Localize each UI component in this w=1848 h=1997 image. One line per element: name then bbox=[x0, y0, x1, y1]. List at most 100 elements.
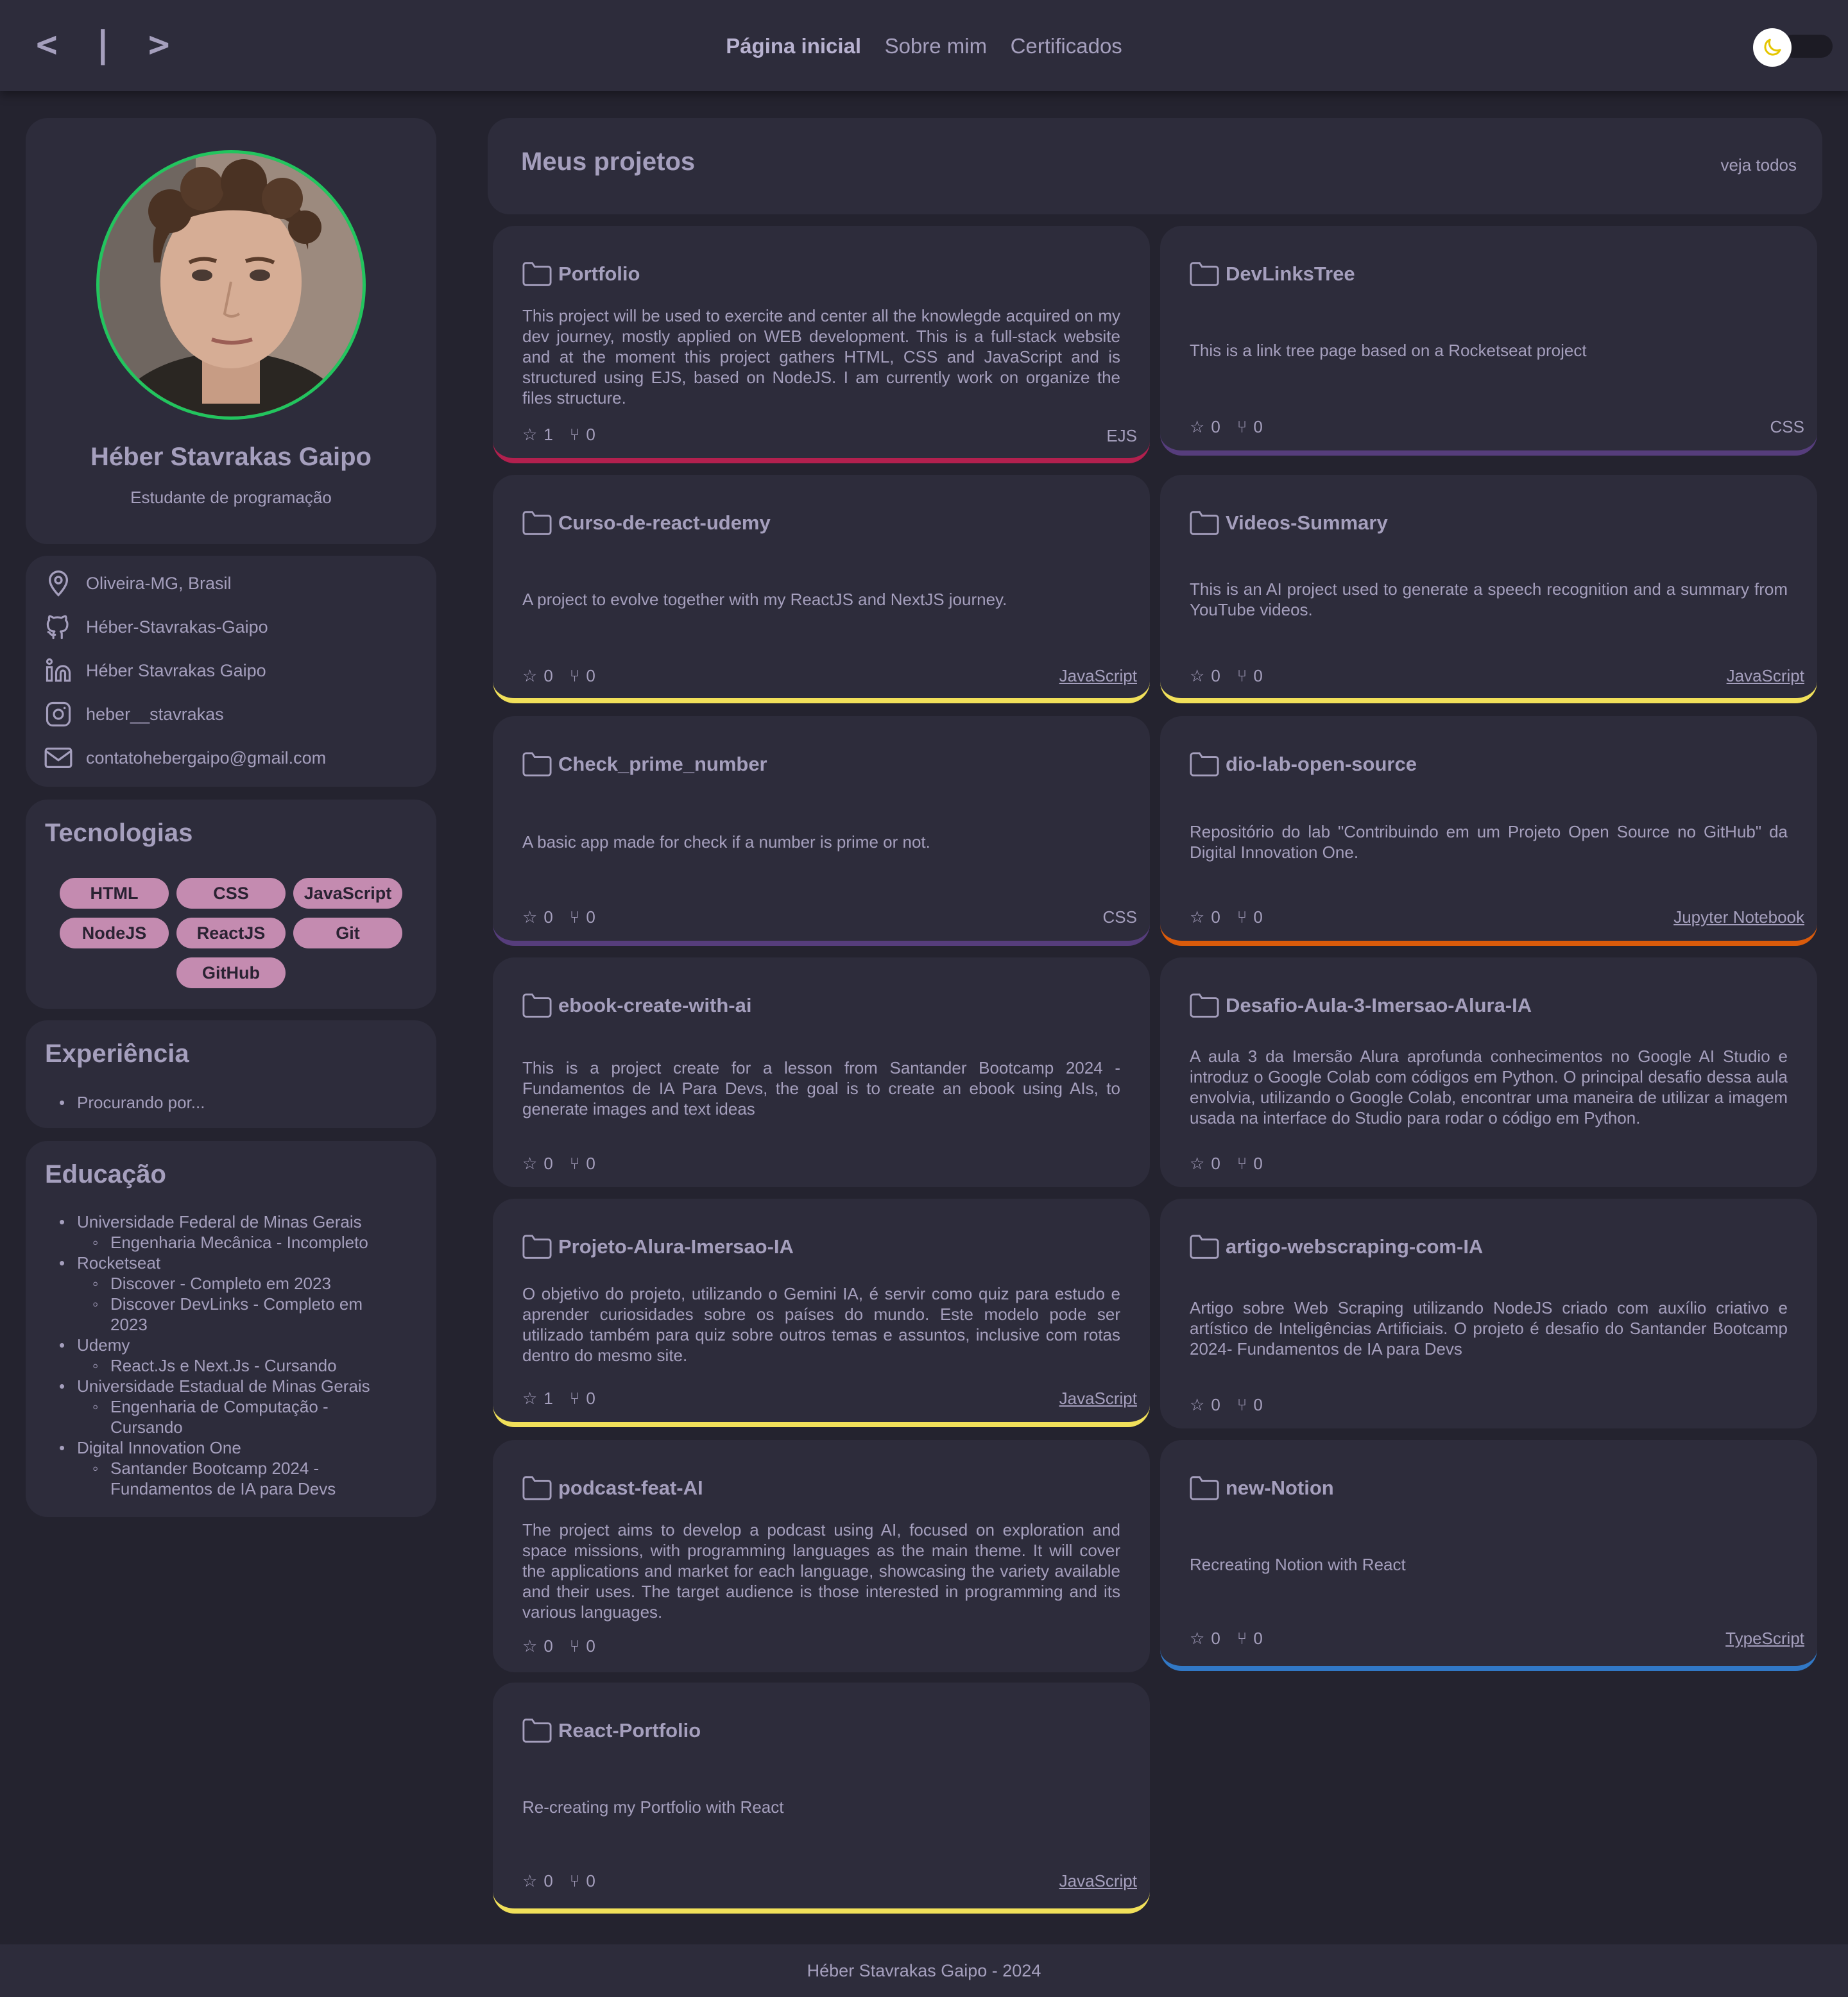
folder-icon bbox=[1190, 262, 1219, 286]
fork-icon: ⑂ bbox=[1236, 417, 1247, 436]
fork-icon: ⑂ bbox=[1236, 907, 1247, 927]
project-card[interactable]: React-Portfolio Re-creating my Portfolio… bbox=[493, 1683, 1150, 1914]
nav-about[interactable]: Sobre mim bbox=[885, 30, 988, 63]
contact-linkedin[interactable]: Héber Stavrakas Gaipo bbox=[42, 655, 266, 687]
github-icon bbox=[42, 611, 74, 643]
project-name[interactable]: DevLinksTree bbox=[1226, 262, 1355, 286]
profile-card: Héber Stavrakas Gaipo Estudante de progr… bbox=[26, 118, 436, 544]
project-language[interactable]: JavaScript bbox=[1727, 666, 1804, 686]
project-description: A aula 3 da Imersão Alura aprofunda conh… bbox=[1190, 1047, 1788, 1127]
project-card[interactable]: DevLinksTree This is a link tree page ba… bbox=[1160, 226, 1817, 456]
fork-count: 0 bbox=[1253, 1629, 1263, 1648]
education-institution: Universidade Federal de Minas Gerais bbox=[59, 1212, 370, 1232]
project-stats: ☆ 0 ⑂ 0 bbox=[1190, 666, 1269, 686]
project-description: A basic app made for check if a number i… bbox=[522, 832, 930, 852]
projects-header: Meus projetos veja todos bbox=[488, 118, 1822, 214]
folder-icon bbox=[1190, 752, 1219, 776]
avatar bbox=[96, 150, 366, 420]
folder-icon bbox=[1190, 993, 1219, 1018]
project-stats: ☆ 0 ⑂ 0 bbox=[1190, 1154, 1269, 1174]
project-description: This project will be used to exercite an… bbox=[522, 306, 1120, 407]
projects-title: Meus projetos bbox=[521, 148, 696, 176]
tech-tag: HTML bbox=[60, 878, 169, 909]
star-count: 0 bbox=[543, 1154, 553, 1173]
see-all-link[interactable]: veja todos bbox=[1720, 155, 1797, 175]
education-card: Educação Universidade Federal de Minas G… bbox=[26, 1141, 436, 1517]
project-card[interactable]: podcast-feat-AI The project aims to deve… bbox=[493, 1440, 1150, 1672]
footer: Héber Stavrakas Gaipo - 2024 bbox=[0, 1944, 1848, 1997]
contact-instagram[interactable]: heber__stavrakas bbox=[42, 698, 224, 730]
contact-github-text[interactable]: Héber-Stavrakas-Gaipo bbox=[86, 617, 268, 637]
contact-github[interactable]: Héber-Stavrakas-Gaipo bbox=[42, 611, 268, 643]
project-name[interactable]: React-Portfolio bbox=[558, 1719, 701, 1742]
project-stats: ☆ 0 ⑂ 0 bbox=[522, 1636, 602, 1656]
project-card[interactable]: dio-lab-open-source Repositório do lab "… bbox=[1160, 716, 1817, 946]
star-icon: ☆ bbox=[522, 1154, 538, 1173]
theme-toggle[interactable] bbox=[1753, 28, 1833, 67]
folder-icon bbox=[522, 262, 552, 286]
folder-icon bbox=[522, 1718, 552, 1743]
main-nav: Página inicial Sobre mim Certificados bbox=[0, 30, 1848, 63]
star-icon: ☆ bbox=[522, 1636, 538, 1656]
project-language[interactable]: TypeScript bbox=[1725, 1629, 1804, 1649]
top-navbar: < | > Página inicial Sobre mim Certifica… bbox=[0, 0, 1848, 91]
project-name[interactable]: artigo-webscraping-com-IA bbox=[1226, 1235, 1483, 1258]
star-count: 0 bbox=[1211, 1629, 1220, 1648]
project-language[interactable]: JavaScript bbox=[1059, 666, 1137, 686]
project-description: A project to evolve together with my Rea… bbox=[522, 590, 1007, 609]
contact-linkedin-text[interactable]: Héber Stavrakas Gaipo bbox=[86, 661, 266, 681]
fork-icon: ⑂ bbox=[569, 425, 580, 444]
fork-icon: ⑂ bbox=[569, 907, 580, 927]
project-stats: ☆ 0 ⑂ 0 bbox=[522, 907, 602, 927]
nav-certificates[interactable]: Certificados bbox=[1011, 30, 1122, 63]
project-language: CSS bbox=[1102, 907, 1137, 927]
project-card[interactable]: Check_prime_number A basic app made for … bbox=[493, 716, 1150, 946]
project-title: Curso-de-react-udemy bbox=[522, 508, 771, 538]
fork-count: 0 bbox=[1253, 666, 1263, 685]
fork-count: 0 bbox=[586, 1636, 595, 1656]
folder-icon bbox=[522, 993, 552, 1018]
project-name[interactable]: dio-lab-open-source bbox=[1226, 753, 1417, 776]
folder-icon bbox=[522, 511, 552, 535]
project-name[interactable]: Desafio-Aula-3-Imersao-Alura-IA bbox=[1226, 994, 1532, 1017]
project-card[interactable]: Videos-Summary This is an AI project use… bbox=[1160, 475, 1817, 703]
project-name[interactable]: ebook-create-with-ai bbox=[558, 994, 751, 1017]
project-card[interactable]: ebook-create-with-ai This is a project c… bbox=[493, 957, 1150, 1187]
nav-home[interactable]: Página inicial bbox=[726, 30, 861, 63]
theme-toggle-knob[interactable] bbox=[1753, 28, 1792, 67]
education-institution: Universidade Estadual de Minas Gerais bbox=[59, 1376, 370, 1396]
star-icon: ☆ bbox=[522, 1389, 538, 1408]
education-course: Engenharia Mecânica - Incompleto bbox=[59, 1232, 370, 1253]
project-name[interactable]: new-Notion bbox=[1226, 1477, 1334, 1500]
star-count: 0 bbox=[1211, 417, 1220, 436]
location-pin-icon bbox=[42, 567, 74, 599]
education-institution: Digital Innovation One bbox=[59, 1437, 370, 1458]
project-language[interactable]: JavaScript bbox=[1059, 1871, 1137, 1891]
project-stats: ☆ 1 ⑂ 0 bbox=[522, 1389, 602, 1409]
project-card[interactable]: artigo-webscraping-com-IA Artigo sobre W… bbox=[1160, 1199, 1817, 1428]
project-card[interactable]: Curso-de-react-udemy A project to evolve… bbox=[493, 475, 1150, 703]
contact-email[interactable]: contatohebergaipo@gmail.com bbox=[42, 742, 326, 774]
contact-instagram-text[interactable]: heber__stavrakas bbox=[86, 705, 224, 724]
contact-email-text[interactable]: contatohebergaipo@gmail.com bbox=[86, 748, 326, 768]
project-stats: ☆ 0 ⑂ 0 bbox=[1190, 907, 1269, 927]
project-name[interactable]: Videos-Summary bbox=[1226, 511, 1388, 535]
project-language[interactable]: JavaScript bbox=[1059, 1389, 1137, 1409]
instagram-icon bbox=[42, 698, 74, 730]
project-card[interactable]: Portfolio This project will be used to e… bbox=[493, 226, 1150, 463]
project-name[interactable]: podcast-feat-AI bbox=[558, 1477, 703, 1500]
project-name[interactable]: Check_prime_number bbox=[558, 753, 767, 776]
project-title: Projeto-Alura-Imersao-IA bbox=[522, 1232, 794, 1262]
project-language[interactable]: Jupyter Notebook bbox=[1673, 907, 1804, 927]
folder-icon bbox=[522, 1235, 552, 1259]
project-card[interactable]: Desafio-Aula-3-Imersao-Alura-IA A aula 3… bbox=[1160, 957, 1817, 1187]
project-name[interactable]: Curso-de-react-udemy bbox=[558, 511, 771, 535]
project-card[interactable]: new-Notion Recreating Notion with React … bbox=[1160, 1440, 1817, 1671]
project-card[interactable]: Projeto-Alura-Imersao-IA O objetivo do p… bbox=[493, 1199, 1150, 1427]
star-count: 0 bbox=[1211, 1395, 1220, 1414]
project-stats: ☆ 0 ⑂ 0 bbox=[1190, 1629, 1269, 1649]
project-title: Desafio-Aula-3-Imersao-Alura-IA bbox=[1190, 991, 1532, 1020]
project-name[interactable]: Portfolio bbox=[558, 262, 640, 286]
project-name[interactable]: Projeto-Alura-Imersao-IA bbox=[558, 1235, 794, 1258]
education-institution: Udemy bbox=[59, 1335, 370, 1355]
